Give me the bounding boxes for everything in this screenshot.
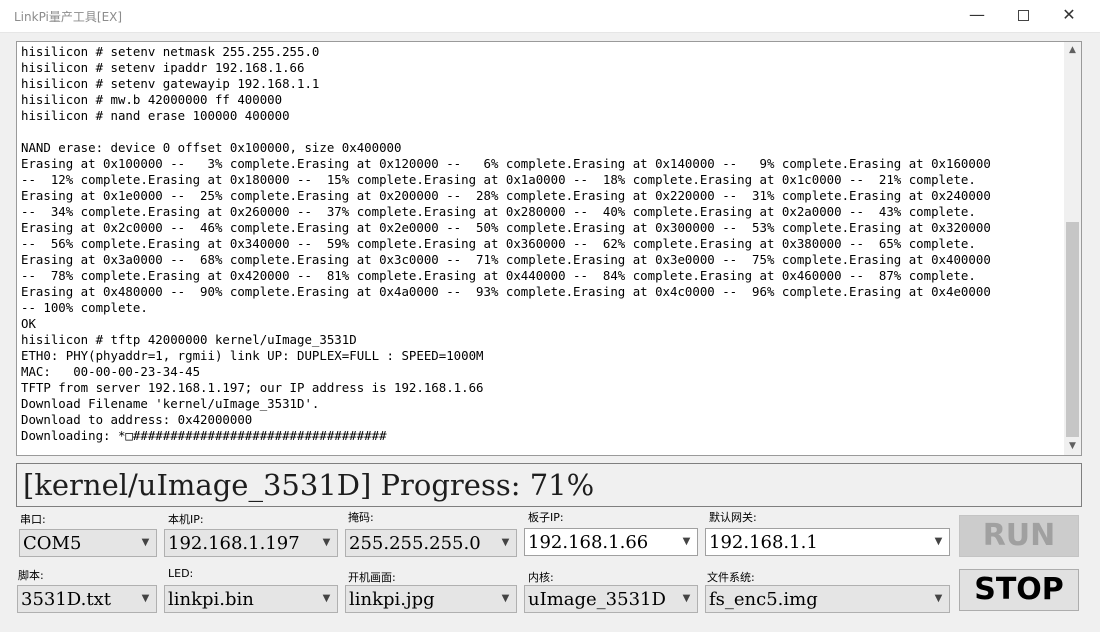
console-scrollbar[interactable]: ▲ ▼ <box>1064 42 1081 455</box>
minimize-icon: — <box>969 5 985 24</box>
led-select[interactable]: linkpi.bin ▼ <box>164 585 338 613</box>
filesystem-value: fs_enc5.img <box>709 589 818 610</box>
serial-label: 串口: <box>20 513 46 526</box>
scroll-up-arrow-icon[interactable]: ▲ <box>1064 42 1081 59</box>
chevron-down-icon[interactable]: ▼ <box>932 534 945 550</box>
kernel-select[interactable]: uImage_3531D ▼ <box>524 585 698 613</box>
chevron-down-icon[interactable]: ▼ <box>499 535 512 551</box>
minimize-button[interactable]: — <box>954 0 1000 32</box>
chevron-down-icon[interactable]: ▼ <box>499 591 512 607</box>
led-label: LED: <box>168 567 194 580</box>
progress-display: [kernel/uImage_3531D] Progress: 71% <box>16 463 1082 507</box>
boot-image-label: 开机画面: <box>348 571 396 584</box>
gateway-label: 默认网关: <box>709 511 757 524</box>
filesystem-select[interactable]: fs_enc5.img ▼ <box>705 585 950 613</box>
serial-port-select[interactable]: COM5 ▼ <box>19 529 157 557</box>
filesystem-label: 文件系统: <box>707 571 755 584</box>
netmask-value: 255.255.255.0 <box>349 533 481 554</box>
serial-port-value: COM5 <box>23 533 82 554</box>
close-button[interactable]: ✕ <box>1046 0 1092 32</box>
scroll-thumb[interactable] <box>1066 222 1079 437</box>
console-output[interactable]: hisilicon # setenv netmask 255.255.255.0… <box>16 41 1082 456</box>
gateway-value: 192.168.1.1 <box>709 532 818 553</box>
chevron-down-icon[interactable]: ▼ <box>320 535 333 551</box>
boot-image-value: linkpi.jpg <box>349 589 435 610</box>
chevron-down-icon[interactable]: ▼ <box>932 591 945 607</box>
maximize-icon <box>1017 10 1029 21</box>
window-title: LinkPi量产工具[EX] <box>14 10 123 24</box>
script-select[interactable]: 3531D.txt ▼ <box>17 585 157 613</box>
stop-button[interactable]: STOP <box>959 569 1079 611</box>
chevron-down-icon[interactable]: ▼ <box>139 535 152 551</box>
board-ip-value: 192.168.1.66 <box>528 532 649 553</box>
netmask-select[interactable]: 255.255.255.0 ▼ <box>345 529 517 557</box>
maximize-button[interactable] <box>1000 0 1046 32</box>
local-ip-value: 192.168.1.197 <box>168 533 300 554</box>
boot-image-select[interactable]: linkpi.jpg ▼ <box>345 585 517 613</box>
run-button[interactable]: RUN <box>959 515 1079 557</box>
chevron-down-icon[interactable]: ▼ <box>680 591 693 607</box>
chevron-down-icon[interactable]: ▼ <box>680 534 693 550</box>
local-ip-select[interactable]: 192.168.1.197 ▼ <box>164 529 338 557</box>
local-ip-label: 本机IP: <box>168 513 204 526</box>
board-ip-label: 板子IP: <box>528 511 564 524</box>
led-value: linkpi.bin <box>168 589 254 610</box>
console-text: hisilicon # setenv netmask 255.255.255.0… <box>21 44 991 443</box>
close-icon: ✕ <box>1062 5 1076 24</box>
netmask-label: 掩码: <box>348 511 374 524</box>
chevron-down-icon[interactable]: ▼ <box>320 591 333 607</box>
title-bar: LinkPi量产工具[EX] — ✕ <box>0 0 1100 33</box>
kernel-value: uImage_3531D <box>528 589 666 610</box>
script-value: 3531D.txt <box>21 589 111 610</box>
script-label: 脚本: <box>18 569 44 582</box>
chevron-down-icon[interactable]: ▼ <box>139 591 152 607</box>
progress-text: [kernel/uImage_3531D] Progress: 71% <box>23 468 595 502</box>
gateway-select[interactable]: 192.168.1.1 ▼ <box>705 528 950 556</box>
scroll-down-arrow-icon[interactable]: ▼ <box>1064 438 1081 455</box>
kernel-label: 内核: <box>528 571 554 584</box>
board-ip-select[interactable]: 192.168.1.66 ▼ <box>524 528 698 556</box>
